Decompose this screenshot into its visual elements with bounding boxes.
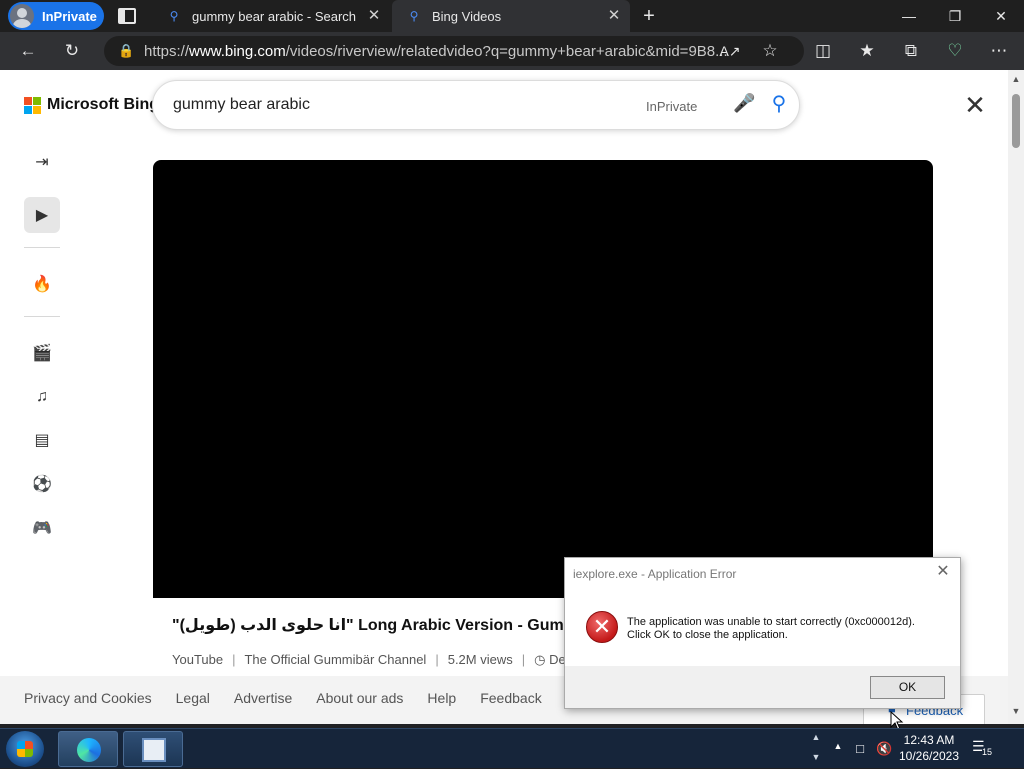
taskbar-scroll[interactable]: ▲ ▼ (810, 729, 822, 769)
search-input[interactable]: gummy bear arabic (173, 96, 310, 114)
read-aloud-icon[interactable]: A↗ (718, 39, 742, 63)
refresh-icon[interactable]: ↻ (60, 39, 84, 63)
video-player[interactable] (153, 160, 933, 598)
footer-link-help[interactable]: Help (427, 690, 456, 706)
clapperboard-icon[interactable]: 🎬 (24, 335, 60, 371)
close-overlay-icon[interactable]: ✕ (962, 92, 988, 118)
back-arrow-icon[interactable]: ← (16, 39, 40, 63)
footer-link-privacy[interactable]: Privacy and Cookies (24, 690, 152, 706)
taskbar-scroll-up-icon[interactable]: ▲ (810, 732, 822, 742)
browser-tab-bar: InPrivate ⚲ gummy bear arabic - Search ✕… (0, 0, 1024, 32)
scroll-down-icon[interactable]: ▼ (1011, 706, 1021, 716)
clock-icon: ◷ (534, 652, 546, 667)
tab-title: gummy bear arabic - Search (192, 8, 357, 24)
inprivate-label: InPrivate (42, 8, 97, 24)
collections-icon[interactable]: ⧉ (899, 39, 923, 63)
search-icon[interactable]: ⚲ (767, 92, 791, 116)
video-title[interactable]: "انا حلوى الدب (طويل)" Long Arabic Versi… (172, 615, 592, 635)
video-views: 5.2M views (447, 652, 513, 667)
video-channel[interactable]: The Official Gummibär Channel (244, 652, 426, 667)
dialog-close-icon[interactable]: ✕ (934, 563, 952, 581)
favorite-star-icon[interactable]: ☆ (758, 39, 782, 63)
windows-taskbar: ▲ ▼ ▲ □ 🔇 12:43 AM 10/26/2023 ☰ 15 (0, 728, 1024, 768)
search-box[interactable]: gummy bear arabic InPrivate 🎤 ⚲ (152, 80, 800, 130)
inprivate-profile-button[interactable]: InPrivate (8, 2, 104, 30)
scrollbar-thumb[interactable] (1012, 94, 1020, 148)
bing-logo[interactable]: Microsoft Bing (24, 96, 159, 114)
more-options-icon[interactable]: ⋯ (987, 39, 1011, 63)
edge-browser-icon (77, 738, 101, 762)
clock-date: 10/26/2023 (898, 749, 960, 763)
footer-link-legal[interactable]: Legal (176, 690, 210, 706)
split-screen-icon[interactable]: ◫ (811, 39, 835, 63)
dialog-message-line2: Click OK to close the application. (627, 629, 788, 641)
minimize-icon[interactable]: — (897, 4, 921, 28)
lock-icon: 🔒 (118, 43, 135, 58)
search-icon: ⚲ (169, 9, 179, 23)
network-icon[interactable]: □ (852, 741, 868, 757)
footer-link-about-ads[interactable]: About our ads (316, 690, 403, 706)
video-icon[interactable]: ▶ (24, 197, 60, 233)
application-error-dialog: iexplore.exe - Application Error ✕ ✕ The… (564, 557, 961, 709)
new-tab-button[interactable]: + (638, 5, 660, 27)
sports-ball-icon[interactable]: ⚽ (24, 466, 60, 502)
footer-links: Privacy and Cookies Legal Advertise Abou… (24, 690, 566, 706)
url-prefix: https:// (144, 42, 190, 60)
dialog-button-row: OK (565, 666, 960, 708)
tab-search[interactable]: ⚲ gummy bear arabic - Search ✕ (152, 0, 390, 32)
address-bar[interactable]: 🔒 https://www.bing.com/videos/riverview/… (104, 36, 804, 66)
microsoft-logo-icon (24, 96, 41, 114)
footer-link-advertise[interactable]: Advertise (234, 690, 292, 706)
close-window-icon[interactable]: ✕ (989, 4, 1013, 28)
notification-count: 15 (982, 747, 993, 757)
system-clock[interactable]: 12:43 AM 10/26/2023 (894, 732, 964, 764)
notification-center-icon[interactable]: ☰ 15 (972, 738, 994, 760)
video-meta: YouTube | The Official Gummibär Channel | 5.… (172, 652, 573, 667)
trending-flame-icon[interactable]: 🔥 (24, 266, 60, 302)
application-window-icon (142, 738, 166, 762)
footer-link-feedback[interactable]: Feedback (480, 690, 541, 706)
ok-button[interactable]: OK (870, 676, 945, 699)
favorites-icon[interactable]: ★ (855, 39, 879, 63)
search-icon: ⚲ (409, 9, 419, 23)
clock-time: 12:43 AM (903, 733, 955, 747)
logo-text: Microsoft Bing (47, 96, 159, 113)
close-tab-icon[interactable]: ✕ (366, 8, 382, 24)
show-hidden-icons-icon[interactable]: ▲ (830, 741, 846, 757)
music-note-icon[interactable]: ♫ (24, 379, 60, 415)
rail-divider (24, 247, 60, 248)
tab-title: Bing Videos (432, 8, 502, 24)
dialog-title: iexplore.exe - Application Error (573, 567, 737, 581)
video-source: YouTube (172, 652, 224, 667)
taskbar-edge[interactable] (58, 731, 118, 767)
url-host: www.bing.com (189, 42, 286, 60)
taskbar-scroll-down-icon[interactable]: ▼ (810, 752, 822, 762)
microphone-icon[interactable]: 🎤 (733, 93, 755, 117)
restore-icon[interactable]: ❐ (943, 4, 967, 28)
tab-actions-icon[interactable] (118, 8, 136, 24)
start-button[interactable] (6, 731, 44, 767)
tab-bing-videos[interactable]: ⚲ Bing Videos ✕ (392, 0, 630, 32)
error-icon: ✕ (586, 611, 618, 643)
page-scrollbar[interactable]: ▲ ▼ (1008, 70, 1024, 724)
gaming-controller-icon[interactable]: 🎮 (24, 510, 60, 546)
dialog-message: The application was unable to start corr… (627, 616, 915, 642)
rail-divider (24, 316, 60, 317)
volume-muted-icon[interactable]: 🔇 (876, 741, 892, 757)
browser-essentials-icon[interactable]: ♡ (943, 39, 967, 63)
inprivate-badge: InPrivate (646, 99, 698, 114)
browser-toolbar: ← ↻ 🔒 https://www.bing.com/videos/riverv… (0, 32, 1024, 70)
taskbar-app-window[interactable] (123, 731, 183, 767)
left-rail: ⇥ ▶ 🔥 🎬 ♫ ▤ ⚽ 🎮 (0, 144, 80, 684)
profile-avatar-icon (10, 4, 34, 28)
close-tab-icon[interactable]: ✕ (606, 8, 622, 24)
collapse-panel-icon[interactable]: ⇥ (24, 144, 60, 180)
scroll-up-icon[interactable]: ▲ (1011, 74, 1021, 84)
dialog-message-line1: The application was unable to start corr… (627, 616, 915, 628)
news-icon[interactable]: ▤ (24, 422, 60, 458)
url-path: /videos/riverview/relatedvideo?q=gummy+b… (285, 42, 728, 60)
